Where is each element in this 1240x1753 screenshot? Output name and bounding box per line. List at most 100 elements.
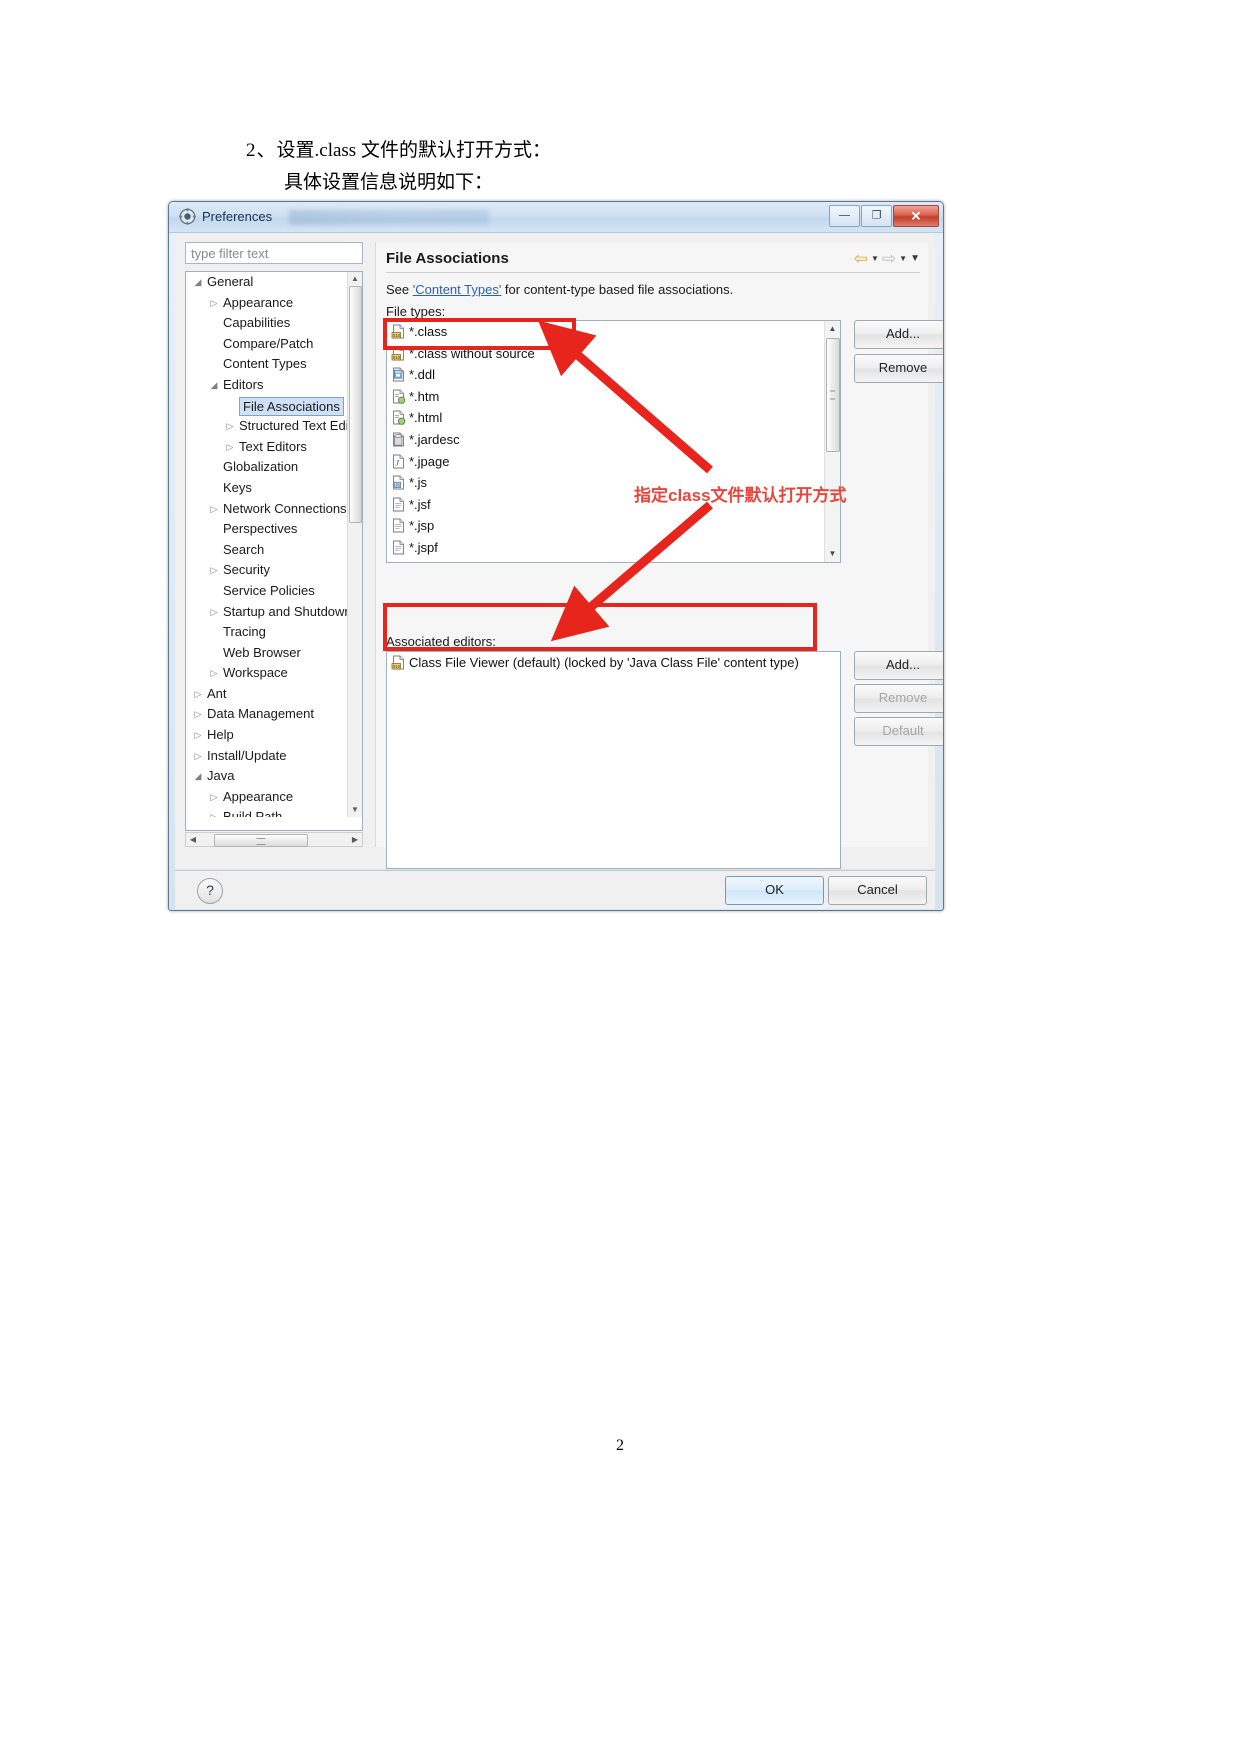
svg-text:010: 010: [393, 664, 401, 669]
tree-scroll-thumb[interactable]: [349, 286, 362, 523]
sidebar-item-label: Appearance: [223, 788, 294, 804]
remove-file-type-button[interactable]: Remove: [854, 354, 943, 383]
jpage-file-icon: J: [393, 454, 404, 469]
sidebar-item-file-associations[interactable]: File Associations: [186, 396, 349, 417]
tree-horizontal-scrollbar[interactable]: ◀ ▶: [185, 832, 363, 847]
forward-dropdown-icon[interactable]: ▼: [899, 254, 907, 263]
scroll-down-icon[interactable]: ▼: [348, 803, 362, 817]
file-types-list[interactable]: 010 *.class 010 *.class without source *.ddl…: [386, 320, 841, 563]
file-type-item[interactable]: *.jardesc: [387, 429, 840, 451]
list-scroll-up-icon[interactable]: ▲: [825, 321, 840, 337]
remove-editor-button[interactable]: Remove: [854, 684, 943, 713]
file-type-item[interactable]: *.jspf: [387, 537, 840, 559]
svg-text:010: 010: [393, 354, 401, 359]
chevron-right-icon[interactable]: ▷: [224, 416, 236, 437]
cancel-button[interactable]: Cancel: [828, 876, 927, 905]
file-type-item[interactable]: J *.jpage: [387, 451, 840, 473]
sidebar-item-build-path[interactable]: ▷Build Path: [186, 807, 349, 817]
sidebar-item-java[interactable]: ◢ Java: [186, 766, 349, 787]
chevron-down-icon[interactable]: ◢: [208, 375, 220, 396]
chevron-right-icon[interactable]: ▷: [192, 746, 204, 767]
sidebar-item-label: Keys: [223, 479, 252, 495]
content-types-hint: See 'Content Types' for content-type bas…: [386, 282, 733, 297]
close-button[interactable]: ✕: [893, 205, 939, 227]
sidebar-item-workspace[interactable]: ▷ Workspace: [186, 663, 349, 684]
sidebar-item-editors[interactable]: ◢ Editors: [186, 375, 349, 396]
sidebar-item-general[interactable]: ◢ General: [186, 272, 349, 293]
chevron-right-icon[interactable]: ▷: [208, 560, 220, 581]
file-types-scrollbar[interactable]: ▲ ▼: [824, 321, 840, 562]
tree-scroll-area: ◢ General ▷ Appearance Capabilities Compare/P…: [186, 272, 349, 817]
sidebar-item-appearance[interactable]: ▷ Appearance: [186, 787, 349, 808]
scroll-left-icon[interactable]: ◀: [186, 833, 200, 846]
sidebar-item-capabilities[interactable]: Capabilities: [186, 313, 349, 334]
sidebar-item-network-connections[interactable]: ▷ Network Connections: [186, 499, 349, 520]
ok-button[interactable]: OK: [725, 876, 824, 905]
sidebar-item-label: Globalization: [223, 459, 299, 475]
help-button[interactable]: ?: [197, 878, 223, 904]
sidebar-item-text-editors[interactable]: ▷ Text Editors: [186, 437, 349, 458]
chevron-right-icon[interactable]: ▷: [208, 499, 220, 520]
sidebar-item-perspectives[interactable]: Perspectives: [186, 519, 349, 540]
list-scroll-down-icon[interactable]: ▼: [825, 546, 840, 562]
scroll-right-icon[interactable]: ▶: [348, 833, 362, 846]
menu-dropdown-icon[interactable]: ▼: [910, 253, 920, 264]
sidebar-item-install-update[interactable]: ▷ Install/Update: [186, 746, 349, 767]
chevron-right-icon[interactable]: ▷: [192, 725, 204, 746]
minimize-icon: —: [839, 209, 850, 222]
sidebar-item-structured-text-editors[interactable]: ▷Structured Text Editors: [186, 416, 349, 437]
default-editor-button[interactable]: Default: [854, 717, 943, 746]
sidebar-item-service-policies[interactable]: Service Policies: [186, 581, 349, 602]
add-file-type-button[interactable]: Add...: [854, 320, 943, 349]
chevron-right-icon[interactable]: ▷: [192, 704, 204, 725]
chevron-down-icon[interactable]: ◢: [192, 766, 204, 787]
sidebar-item-label: Capabilities: [223, 315, 291, 331]
file-types-scroll-thumb[interactable]: [826, 338, 840, 452]
sidebar-item-keys[interactable]: Keys: [186, 478, 349, 499]
sidebar-item-ant[interactable]: ▷ Ant: [186, 684, 349, 705]
preferences-tree[interactable]: ◢ General ▷ Appearance Capabilities Compare/P…: [185, 271, 363, 831]
chevron-right-icon[interactable]: ▷: [192, 684, 204, 705]
back-dropdown-icon[interactable]: ▼: [871, 254, 879, 263]
sidebar-item-content-types[interactable]: Content Types: [186, 354, 349, 375]
file-type-item[interactable]: 010 *.class: [387, 321, 840, 343]
content-types-link[interactable]: 'Content Types': [413, 282, 502, 297]
sidebar-item-help[interactable]: ▷ Help: [186, 725, 349, 746]
sidebar-item-label: Workspace: [223, 665, 288, 681]
file-type-item[interactable]: *.jsp: [387, 515, 840, 537]
scroll-up-icon[interactable]: ▲: [348, 272, 362, 286]
associated-editors-list[interactable]: 010 Class File Viewer (default) (locked b…: [386, 651, 841, 869]
dialog-footer: ? OK Cancel: [175, 870, 935, 909]
minimize-button[interactable]: —: [829, 205, 860, 227]
forward-arrow-icon[interactable]: ⇨: [882, 250, 896, 267]
sidebar-item-web-browser[interactable]: Web Browser: [186, 643, 349, 664]
sidebar-item-security[interactable]: ▷ Security: [186, 560, 349, 581]
associated-editor-item[interactable]: 010 Class File Viewer (default) (locked b…: [387, 652, 840, 674]
tree-vertical-scrollbar[interactable]: ▲ ▼: [347, 272, 362, 817]
sidebar-item-globalization[interactable]: Globalization: [186, 457, 349, 478]
sidebar-item-startup-and-shutdown[interactable]: ▷ Startup and Shutdown: [186, 602, 349, 623]
file-type-item[interactable]: *.html: [387, 407, 840, 429]
sidebar-item-tracing[interactable]: Tracing: [186, 622, 349, 643]
window-titlebar[interactable]: Preferences — ❐ ✕: [169, 202, 943, 233]
tree-hscroll-thumb[interactable]: [214, 834, 308, 847]
chevron-right-icon[interactable]: ▷: [208, 293, 220, 314]
chevron-right-icon[interactable]: ▷: [208, 602, 220, 623]
chevron-right-icon[interactable]: ▷: [208, 663, 220, 684]
associated-editors-label: Associated editors:: [386, 634, 496, 649]
chevron-right-icon[interactable]: ▷: [224, 437, 236, 458]
chevron-right-icon[interactable]: ▷: [208, 787, 220, 808]
add-editor-button[interactable]: Add...: [854, 651, 943, 680]
chevron-right-icon[interactable]: ▷: [208, 807, 220, 817]
maximize-button[interactable]: ❐: [861, 205, 892, 227]
sidebar-item-appearance[interactable]: ▷ Appearance: [186, 293, 349, 314]
file-type-item[interactable]: *.htm: [387, 386, 840, 408]
file-type-item[interactable]: *.ddl: [387, 364, 840, 386]
sidebar-item-search[interactable]: Search: [186, 540, 349, 561]
file-type-item[interactable]: 010 *.class without source: [387, 343, 840, 365]
back-arrow-icon[interactable]: ⇦: [854, 250, 868, 267]
sidebar-item-data-management[interactable]: ▷ Data Management: [186, 704, 349, 725]
sidebar-item-compare-patch[interactable]: Compare/Patch: [186, 334, 349, 355]
filter-input[interactable]: type filter text: [185, 242, 363, 264]
chevron-down-icon[interactable]: ◢: [192, 272, 204, 293]
